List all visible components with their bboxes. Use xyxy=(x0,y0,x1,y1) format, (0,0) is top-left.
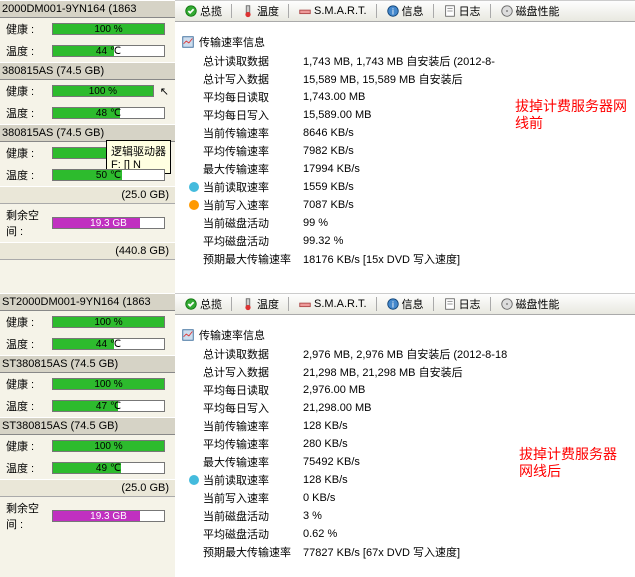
info-rows: 总计读取数据1,743 MB, 1,743 MB 自安装后 (2012-8- 总… xyxy=(175,52,635,268)
tab-temp[interactable]: 温度 xyxy=(236,294,284,314)
main-top: 总揽 温度 S.M.A.R.T. i信息 日志 磁盘性能 传输速率信息 总计读取… xyxy=(175,0,635,293)
tab-info[interactable]: i信息 xyxy=(381,1,429,21)
toolbar: 总揽 温度 S.M.A.R.T. i信息 日志 磁盘性能 xyxy=(175,293,635,315)
tab-log[interactable]: 日志 xyxy=(438,1,486,21)
tab-overview[interactable]: 总揽 xyxy=(179,1,227,21)
read-dot-icon xyxy=(189,475,199,485)
main-bot: 总揽 温度 S.M.A.R.T. i信息 日志 磁盘性能 传输速率信息 总计读取… xyxy=(175,293,635,577)
drive-header[interactable]: ST380815AS (74.5 GB) xyxy=(0,355,175,373)
tab-info[interactable]: i信息 xyxy=(381,294,429,314)
toolbar: 总揽 温度 S.M.A.R.T. i信息 日志 磁盘性能 xyxy=(175,0,635,22)
annotation-bot: 拔掉计费服务器网线后 xyxy=(519,448,617,482)
size-row: (25.0 GB) xyxy=(0,186,175,204)
drive-header[interactable]: 380815AS (74.5 GB) xyxy=(0,62,175,80)
drive-header[interactable]: 2000DM001-9YN164 (1863 xyxy=(0,0,175,18)
temp-bar: 44 ℃ xyxy=(52,45,165,57)
info-header: 传输速率信息 xyxy=(175,30,635,52)
svg-text:i: i xyxy=(392,7,394,17)
size-row: (440.8 GB) xyxy=(0,242,175,260)
drive-header[interactable]: ST2000DM001-9YN164 (1863 xyxy=(0,293,175,311)
side-top: 2000DM001-9YN164 (1863 健康 : 100 % 温度 : 44 … xyxy=(0,0,175,293)
cursor-icon: ↖ xyxy=(160,85,169,98)
tab-log[interactable]: 日志 xyxy=(438,294,486,314)
chart-icon xyxy=(181,328,195,342)
temp-label: 温度 : xyxy=(6,43,48,59)
write-dot-icon xyxy=(189,200,199,210)
side-bot: ST2000DM001-9YN164 (1863 健康 :100 % 温度 :4… xyxy=(0,293,175,577)
tab-overview[interactable]: 总揽 xyxy=(179,294,227,314)
health-bar: 100 % xyxy=(52,23,165,35)
annotation-top: 拔掉计费服务器网线前 xyxy=(515,100,627,134)
chart-icon xyxy=(181,35,195,49)
drive-header[interactable]: ST380815AS (74.5 GB) xyxy=(0,417,175,435)
tab-perf[interactable]: 磁盘性能 xyxy=(495,294,565,314)
tab-temp[interactable]: 温度 xyxy=(236,1,284,21)
tab-perf[interactable]: 磁盘性能 xyxy=(495,1,565,21)
free-label: 剩余空间 : xyxy=(6,207,48,239)
tab-smart[interactable]: S.M.A.R.T. xyxy=(293,2,372,20)
tab-smart[interactable]: S.M.A.R.T. xyxy=(293,295,372,313)
svg-text:i: i xyxy=(392,300,394,310)
info-header: 传输速率信息 xyxy=(175,323,635,345)
read-dot-icon xyxy=(189,182,199,192)
health-label: 健康 : xyxy=(6,21,48,37)
